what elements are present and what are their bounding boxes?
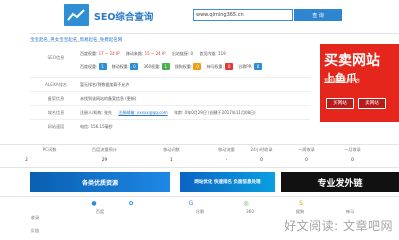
search-input[interactable] xyxy=(193,9,293,21)
divider xyxy=(30,119,310,120)
ad-banner-seo[interactable]: 网站优化 快速排名 负面信息处理 xyxy=(180,172,275,192)
engine-header: 百度 xyxy=(95,209,105,214)
table-cell: 0 xyxy=(351,157,354,162)
ad-banner-backlinks[interactable]: 专业发外链 xyxy=(281,172,399,192)
ad-banner-resources[interactable]: 各类优质资源 xyxy=(30,172,170,192)
email-link[interactable]: 注册邮箱: xxxxx@qq.com xyxy=(118,110,167,115)
alexa-label: ALEXA排名 xyxy=(45,82,67,87)
watermark: 好文阅读: 文章吧网 xyxy=(284,219,393,233)
logo-title: SEO综合查询 xyxy=(94,12,154,23)
sogou-icon: S xyxy=(299,200,303,207)
stats-table: PC词数 百度流量预计 移动词数 移动流量 24小时收录 一周收录 一月收录 2… xyxy=(0,144,399,168)
ad-banner-right[interactable]: 买卖网站 上鱼爪 专注网站交易平台 买网站 卖网站 xyxy=(320,44,399,122)
google-icon: G xyxy=(188,200,194,207)
engine-header: 谷歌 xyxy=(195,209,205,214)
seo-info-label: SEO信息 xyxy=(47,55,65,60)
banner-row: 各类优质资源 网站优化 快速排名 负面信息处理 专业发外链 xyxy=(0,172,399,192)
table-header: 移动词数 xyxy=(163,147,180,152)
mobile-rank-badge: 0 xyxy=(130,63,139,70)
search-button[interactable]: 查 询 xyxy=(294,9,342,21)
table-cell: 2 xyxy=(25,157,28,162)
table-header: 一月收录 xyxy=(344,147,361,152)
engine-header: 神马 xyxy=(345,209,355,214)
site-title-link[interactable]: 宝宝起名_男女宝宝起名_周易起名_免费起名网 xyxy=(30,37,122,43)
baidu-rank-badge: 1 xyxy=(98,63,107,70)
divider xyxy=(30,33,399,34)
divider xyxy=(30,77,310,78)
360-icon: ◎ xyxy=(243,200,249,207)
table-header: 百度流量预计 xyxy=(91,147,118,152)
engine-header: 搜狗 xyxy=(295,209,305,214)
table-header: PC词数 xyxy=(42,147,57,152)
speed-value: 电信: 156.15毫秒 xyxy=(80,124,113,129)
seo-row-1: 百度权重: 17 ~ 24 IP 移动来路: 15 ~ 24 IP 出站链接: … xyxy=(80,51,226,56)
buy-site-button[interactable]: 买网站 xyxy=(326,98,354,109)
table-cell: 29 xyxy=(101,157,108,162)
row-label: 反链 xyxy=(30,228,40,233)
engine-header: 360 xyxy=(246,209,254,214)
sogou-rank-badge: 0 xyxy=(193,63,202,70)
speed-label: 网站速度 xyxy=(47,124,65,129)
table-cell: 1 xyxy=(170,157,173,162)
360-rank-badge: 1 xyxy=(161,63,170,70)
sell-site-button[interactable]: 卖网站 xyxy=(358,98,386,109)
domain-info-row: 注册人/机构: 张先 注册邮箱: xxxxx@qq.com 年龄: 0年0月29… xyxy=(80,110,256,115)
icp-label: 备案信息 xyxy=(47,96,65,101)
divider xyxy=(30,91,310,92)
paw-icon: ✿ xyxy=(128,200,134,207)
ad-slogan: 专注网站交易平台 xyxy=(324,79,360,84)
shenma-rank-badge: 0 xyxy=(225,63,234,70)
seo-row-2: 百度权重: 1 移动权重: 0 360权重: 1 搜狗权重: 0 神马权重: 0… xyxy=(80,63,262,70)
row-label: 收录 xyxy=(30,215,40,220)
alexa-value: 暂无排名/到数据加载不允许 xyxy=(80,82,130,87)
icp-value: 未找到该网站的备案信息 (更新) xyxy=(80,96,137,101)
logo-icon xyxy=(64,4,89,26)
divider xyxy=(30,105,310,106)
domain-label: 域名信息 xyxy=(47,110,65,115)
divider xyxy=(0,196,399,197)
google-pr-badge: 0 xyxy=(254,63,262,70)
baidu-icon: ● xyxy=(91,200,97,207)
header-bar: SEO综合查询 查 询 xyxy=(0,0,399,33)
